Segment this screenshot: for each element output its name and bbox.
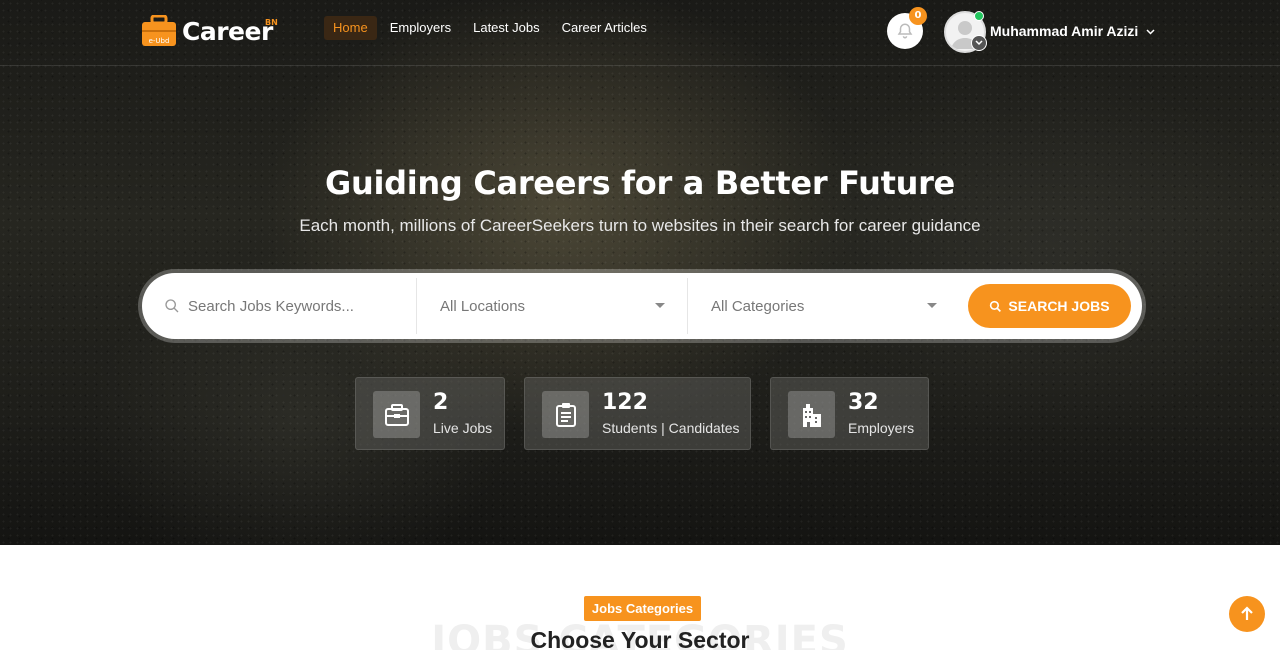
clipboard-icon — [542, 391, 589, 438]
nav-employers[interactable]: Employers — [381, 16, 460, 40]
search-icon — [165, 299, 179, 313]
avatar-chevron-down-icon[interactable] — [971, 35, 987, 51]
stat-value: 2 — [433, 390, 449, 415]
nav-home[interactable]: Home — [324, 16, 377, 40]
site-logo[interactable]: e-Ubd Career BN — [141, 14, 278, 48]
building-icon — [788, 391, 835, 438]
location-select-value: All Locations — [440, 297, 526, 315]
stat-label: Live Jobs — [433, 420, 493, 436]
user-menu[interactable]: Muhammad Amir Azizi — [990, 23, 1155, 39]
top-navbar: e-Ubd Career BN Home Employers Latest Jo… — [0, 0, 1280, 66]
hero-section: e-Ubd Career BN Home Employers Latest Jo… — [0, 0, 1280, 545]
arrow-up-icon — [1241, 606, 1253, 620]
section-badge: Jobs Categories — [584, 596, 701, 621]
hero-subtitle: Each month, millions of CareerSeekers tu… — [299, 216, 981, 235]
logo-superscript: BN — [265, 18, 278, 27]
category-select-value: All Categories — [711, 297, 805, 315]
scroll-to-top-button[interactable] — [1229, 596, 1265, 632]
nav-latest-jobs[interactable]: Latest Jobs — [464, 16, 549, 40]
online-status-dot — [974, 11, 984, 21]
search-input[interactable]: Search Jobs Keywords... — [188, 298, 354, 315]
stat-label: Students | Candidates — [602, 420, 740, 436]
nav-career-articles[interactable]: Career Articles — [553, 16, 656, 40]
search-jobs-button[interactable]: SEARCH JOBS — [968, 284, 1131, 328]
stat-candidates: 122 Students | Candidates — [524, 377, 751, 450]
main-nav: Home Employers Latest Jobs Career Articl… — [324, 16, 660, 40]
stat-label: Employers — [848, 420, 915, 436]
briefcase-icon — [373, 391, 420, 438]
briefcase-logo-icon: e-Ubd — [142, 15, 176, 46]
category-select[interactable]: All Categories — [688, 278, 959, 334]
logo-bag-text: e-Ubd — [149, 37, 170, 45]
notification-count-badge: 0 — [909, 7, 927, 25]
location-select[interactable]: All Locations — [417, 278, 688, 334]
search-icon — [990, 300, 1002, 312]
keyword-field[interactable]: Search Jobs Keywords... — [150, 278, 417, 334]
stat-value: 122 — [602, 390, 648, 415]
caret-down-icon — [655, 303, 665, 308]
search-jobs-label: SEARCH JOBS — [1008, 298, 1110, 314]
user-name: Muhammad Amir Azizi — [990, 23, 1139, 39]
stat-employers: 32 Employers — [770, 377, 929, 450]
stat-value: 32 — [848, 390, 879, 415]
stat-live-jobs: 2 Live Jobs — [355, 377, 505, 450]
chevron-down-icon — [1146, 29, 1155, 35]
job-search-form: Search Jobs Keywords... All Locations Al… — [142, 273, 1142, 339]
bell-icon — [897, 23, 913, 39]
hero-title: Guiding Careers for a Better Future — [325, 164, 955, 202]
logo-wordmark: Career — [182, 16, 273, 46]
caret-down-icon — [927, 303, 937, 308]
section-title: Choose Your Sector — [530, 627, 750, 650]
